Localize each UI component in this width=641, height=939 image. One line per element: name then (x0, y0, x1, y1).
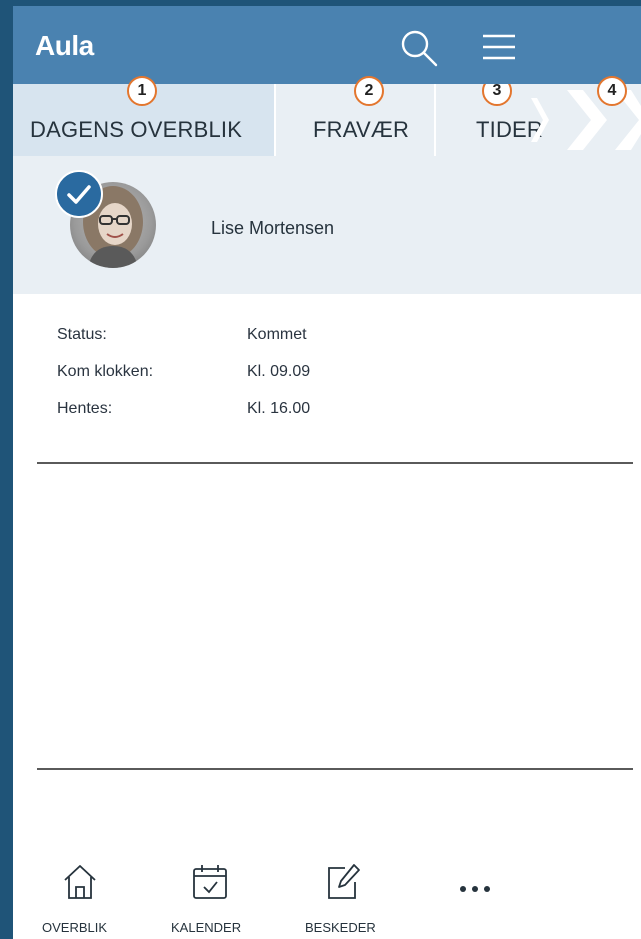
child-name: Lise Mortensen (211, 218, 335, 238)
nav-label: BESKEDER (305, 920, 376, 935)
child-panel[interactable]: Lise Mortensen (13, 156, 641, 294)
tab-fravaer[interactable]: 2 FRAVÆR (276, 76, 434, 156)
info-row-status: Status: Kommet (57, 326, 617, 350)
checked-in-icon (55, 170, 103, 218)
nav-label: OVERBLIK (42, 920, 108, 935)
app-header: Aula (13, 6, 641, 84)
divider (37, 462, 633, 464)
hamburger-menu-icon[interactable] (481, 32, 517, 62)
step-number-badge: 4 (597, 76, 627, 106)
calendar-icon (193, 865, 227, 899)
info-value: Kl. 09.09 (247, 363, 311, 380)
divider (37, 768, 633, 770)
info-row-arrival: Kom klokken: Kl. 09.09 (57, 363, 617, 387)
home-icon (64, 865, 96, 899)
nav-label: KALENDER (171, 920, 242, 935)
nav-item-overblik[interactable]: OVERBLIK (42, 860, 120, 939)
step-number-badge: 1 (127, 76, 157, 106)
step-number-badge: 3 (482, 84, 512, 106)
tab-label: FRAVÆR (313, 117, 410, 142)
info-value: Kl. 16.00 (247, 400, 311, 417)
nav-item-more[interactable] (451, 860, 501, 939)
tab-bar: 1 DAGENS OVERBLIK 2 FRAVÆR 3 TIDER (13, 76, 641, 156)
nav-item-kalender[interactable]: KALENDER (171, 860, 251, 939)
device-frame-left (0, 0, 13, 939)
more-icon (460, 886, 490, 892)
tab-label: DAGENS OVERBLIK (30, 117, 243, 142)
nav-item-beskeder[interactable]: BESKEDER (303, 860, 383, 939)
compose-message-icon (328, 864, 360, 899)
app-title: Aula (35, 30, 94, 61)
info-label: Status: (57, 326, 107, 343)
tab-dagens-overblik[interactable]: 1 DAGENS OVERBLIK (13, 76, 274, 156)
step-number-badge: 2 (354, 76, 384, 106)
info-row-pickup: Hentes: Kl. 16.00 (57, 400, 617, 424)
search-icon[interactable] (399, 28, 439, 68)
bottom-nav: OVERBLIK KALENDER BESKEDER (13, 860, 641, 939)
info-value: Kommet (247, 326, 307, 343)
info-label: Hentes: (57, 400, 113, 417)
info-label: Kom klokken: (57, 363, 154, 380)
